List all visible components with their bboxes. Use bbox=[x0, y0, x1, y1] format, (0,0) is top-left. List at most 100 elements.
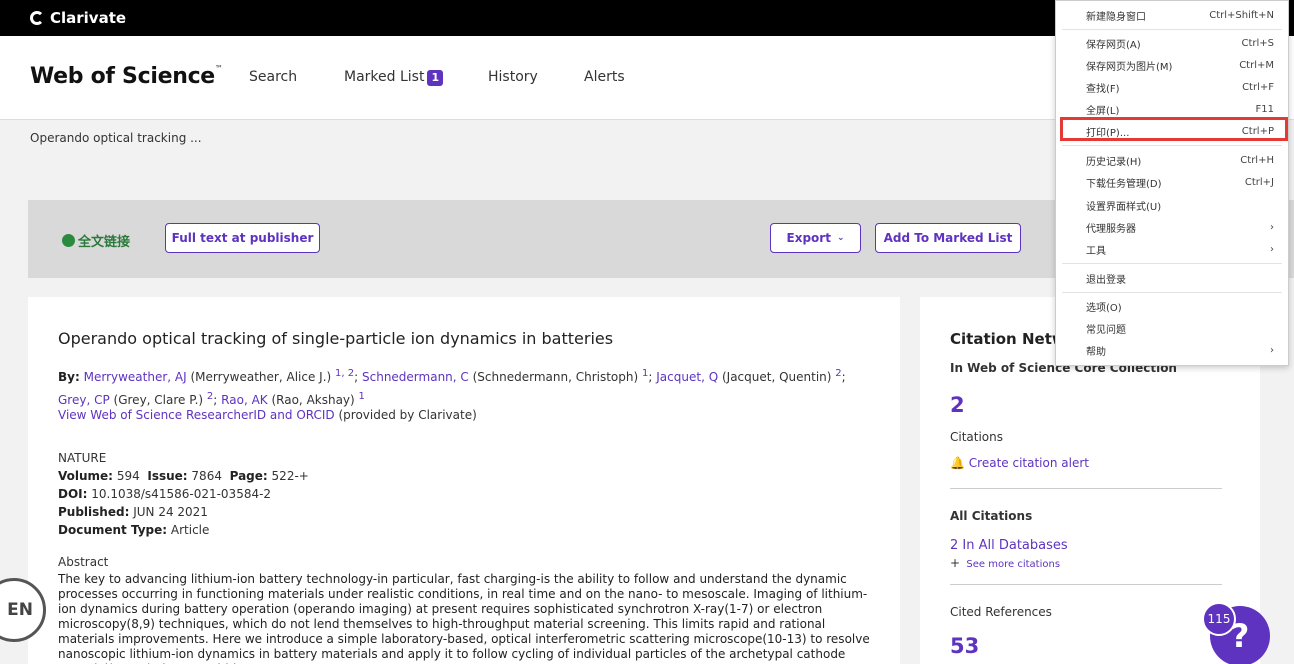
menu-item-label: 保存网页(A) bbox=[1086, 39, 1141, 51]
issue-label: Issue: bbox=[147, 469, 188, 483]
menu-item-help[interactable]: 帮助 › bbox=[1056, 340, 1288, 360]
record-title: Operando optical tracking of single-part… bbox=[58, 329, 614, 348]
web-of-science-logo[interactable]: Web of Science™ bbox=[30, 64, 223, 89]
menu-item-find[interactable]: 查找(F) Ctrl+F bbox=[1056, 77, 1288, 97]
menu-item-options[interactable]: 选项(O) bbox=[1056, 296, 1288, 316]
nav-history[interactable]: History bbox=[488, 69, 538, 85]
doi-line: DOI: 10.1038/s41586-021-03584-2 bbox=[58, 485, 309, 503]
browser-context-menu: 新建隐身窗口 Ctrl+Shift+N 保存网页(A) Ctrl+S 保存网页为图片… bbox=[1055, 0, 1289, 366]
menu-item-fullscreen[interactable]: 全屏(L) F11 bbox=[1056, 99, 1288, 119]
fulltext-link-label: 全文链接 bbox=[78, 235, 131, 250]
menu-item-logout[interactable]: 退出登录 bbox=[1056, 268, 1288, 288]
fulltext-link-icon bbox=[62, 234, 75, 247]
clarivate-logo-icon bbox=[30, 11, 44, 25]
menu-item-ui-style[interactable]: 设置界面样式(U) bbox=[1056, 195, 1288, 215]
author-separator: ; bbox=[648, 370, 653, 384]
author-affiliation[interactable]: 1 bbox=[359, 391, 365, 402]
doi-label: DOI: bbox=[58, 487, 88, 501]
doctype-label: Document Type: bbox=[58, 523, 168, 537]
record-metadata: NATURE Volume: 594 Issue: 7864 Page: 522… bbox=[58, 449, 309, 539]
menu-item-label: 下载任务管理(D) bbox=[1086, 178, 1162, 190]
nav-marked-list[interactable]: Marked List 1 bbox=[344, 69, 444, 86]
menu-item-label: 设置界面样式(U) bbox=[1086, 201, 1162, 213]
citations-count[interactable]: 2 bbox=[950, 393, 965, 417]
export-label: Export bbox=[786, 231, 831, 245]
author-link[interactable]: Jacquet, Q bbox=[656, 370, 718, 384]
see-more-citations-label: See more citations bbox=[966, 559, 1061, 570]
page: Clarivate Web of Science™ Search Marked … bbox=[0, 0, 1294, 664]
author-link[interactable]: Grey, CP bbox=[58, 393, 110, 407]
author-full-name: (Grey, Clare P.) bbox=[113, 393, 204, 407]
nav-search[interactable]: Search bbox=[249, 69, 297, 85]
all-databases-link[interactable]: 2 In All Databases bbox=[950, 538, 1068, 553]
author-full-name: (Jacquet, Quentin) bbox=[721, 370, 832, 384]
marked-count-badge: 1 bbox=[427, 70, 444, 86]
menu-item-downloads[interactable]: 下载任务管理(D) Ctrl+J bbox=[1056, 172, 1288, 192]
menu-item-shortcut: Ctrl+M bbox=[1239, 59, 1274, 71]
abstract-text: The key to advancing lithium-ion battery… bbox=[58, 572, 870, 664]
bell-icon: 🔔 bbox=[950, 456, 965, 470]
create-citation-alert-link[interactable]: 🔔 Create citation alert bbox=[950, 456, 1089, 470]
abstract-heading: Abstract bbox=[58, 555, 109, 569]
menu-item-tools[interactable]: 工具 › bbox=[1056, 239, 1288, 259]
menu-item-shortcut: Ctrl+S bbox=[1241, 37, 1274, 49]
cited-references-count[interactable]: 53 bbox=[950, 634, 979, 658]
menu-item-label: 全屏(L) bbox=[1086, 105, 1120, 117]
researcher-id-link[interactable]: View Web of Science ResearcherID and ORC… bbox=[58, 408, 335, 422]
nav-alerts[interactable]: Alerts bbox=[584, 69, 625, 85]
author-affiliation[interactable]: 1, 2 bbox=[335, 368, 354, 379]
menu-item-shortcut: Ctrl+Shift+N bbox=[1209, 9, 1274, 21]
menu-item-save-as-image[interactable]: 保存网页为图片(M) Ctrl+M bbox=[1056, 55, 1288, 75]
fulltext-link-button[interactable]: 全文链接 bbox=[62, 231, 130, 250]
menu-item-label: 帮助 bbox=[1086, 346, 1106, 358]
published-value: JUN 24 2021 bbox=[133, 505, 208, 519]
authors-line: By: Merryweather, AJ (Merryweather, Alic… bbox=[58, 364, 878, 410]
all-citations-label: All Citations bbox=[950, 509, 1033, 523]
menu-item-history[interactable]: 历史记录(H) Ctrl+H bbox=[1056, 150, 1288, 170]
page-value: 522-+ bbox=[271, 469, 309, 483]
divider bbox=[950, 584, 1222, 585]
menu-item-shortcut: Ctrl+J bbox=[1244, 176, 1274, 188]
plus-icon: + bbox=[950, 556, 961, 570]
author-full-name: (Merryweather, Alice J.) bbox=[190, 370, 332, 384]
chevron-right-icon: › bbox=[1270, 243, 1274, 255]
menu-item-shortcut: Ctrl+F bbox=[1242, 81, 1274, 93]
chevron-right-icon: › bbox=[1270, 344, 1274, 356]
doctype-line: Document Type: Article bbox=[58, 521, 309, 539]
menu-item-label: 历史记录(H) bbox=[1086, 156, 1142, 168]
author-full-name: (Rao, Akshay) bbox=[271, 393, 355, 407]
clarivate-logo[interactable]: Clarivate bbox=[30, 9, 126, 27]
clarivate-brand-text: Clarivate bbox=[50, 9, 127, 27]
author-link[interactable]: Rao, AK bbox=[221, 393, 267, 407]
menu-item-label: 查找(F) bbox=[1086, 83, 1120, 95]
create-citation-alert-label: Create citation alert bbox=[968, 456, 1089, 470]
menu-item-proxy[interactable]: 代理服务器 › bbox=[1056, 217, 1288, 237]
menu-separator bbox=[1062, 263, 1282, 264]
author-full-name: (Schnedermann, Christoph) bbox=[472, 370, 639, 384]
breadcrumb[interactable]: Operando optical tracking ... bbox=[30, 131, 202, 145]
issue-value: 7864 bbox=[191, 469, 222, 483]
menu-item-incognito[interactable]: 新建隐身窗口 Ctrl+Shift+N bbox=[1056, 5, 1288, 25]
menu-item-label: 保存网页为图片(M) bbox=[1086, 61, 1173, 73]
author-separator: ; bbox=[841, 370, 846, 384]
export-button[interactable]: Export ⌄ bbox=[770, 223, 861, 253]
author-link[interactable]: Merryweather, AJ bbox=[84, 370, 187, 384]
menu-item-label: 工具 bbox=[1086, 245, 1106, 257]
chevron-down-icon: ⌄ bbox=[836, 233, 845, 243]
menu-item-save-page[interactable]: 保存网页(A) Ctrl+S bbox=[1056, 33, 1288, 53]
published-line: Published: JUN 24 2021 bbox=[58, 503, 309, 521]
add-to-marked-list-button[interactable]: Add To Marked List bbox=[875, 223, 1021, 253]
journal-name[interactable]: NATURE bbox=[58, 449, 309, 467]
volume-label: Volume: bbox=[58, 469, 113, 483]
author-link[interactable]: Schnedermann, C bbox=[362, 370, 469, 384]
author-separator: ; bbox=[354, 370, 359, 384]
full-text-publisher-button[interactable]: Full text at publisher bbox=[165, 223, 320, 253]
menu-item-label: 选项(O) bbox=[1086, 302, 1122, 314]
page-label: Page: bbox=[229, 469, 268, 483]
menu-separator bbox=[1062, 29, 1282, 30]
menu-item-faq[interactable]: 常见问题 bbox=[1056, 318, 1288, 338]
see-more-citations-link[interactable]: + See more citations bbox=[950, 556, 1060, 570]
author-separator: ; bbox=[213, 393, 218, 407]
record-card: Operando optical tracking of single-part… bbox=[28, 297, 900, 664]
volume-issue-page: Volume: 594 Issue: 7864 Page: 522-+ bbox=[58, 467, 309, 485]
